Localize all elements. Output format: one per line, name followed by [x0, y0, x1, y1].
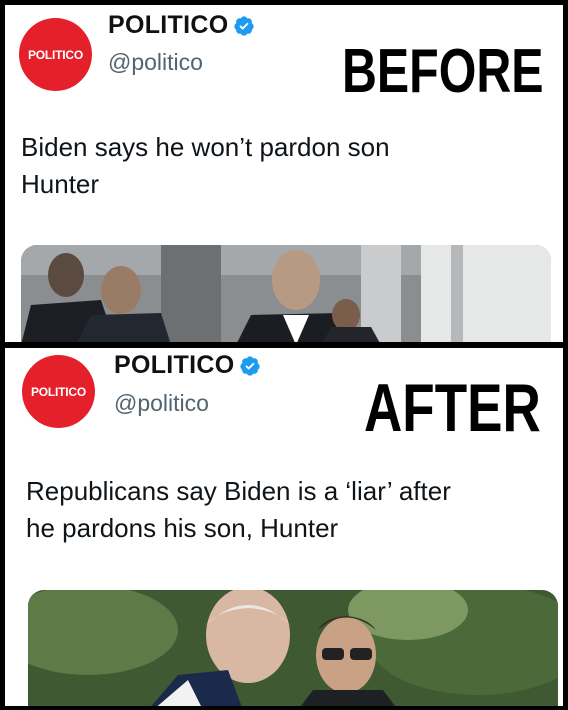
display-name[interactable]: POLITICO [114, 351, 234, 380]
account-handle[interactable]: @politico [108, 49, 203, 76]
tweet-photo[interactable] [28, 590, 558, 706]
verified-badge-icon [234, 15, 255, 36]
before-label: BEFORE [342, 37, 544, 106]
tweet-text-line-2: he pardons his son, Hunter [26, 513, 339, 543]
account-name-row: POLITICO [108, 11, 255, 40]
display-name[interactable]: POLITICO [108, 11, 228, 40]
tweet-photo[interactable] [21, 245, 551, 342]
verified-badge-icon [240, 355, 261, 376]
photo-placeholder [21, 245, 551, 342]
politico-avatar[interactable]: POLITICO [19, 18, 92, 91]
tweet-text-line-2: Hunter [21, 169, 100, 199]
politico-avatar[interactable]: POLITICO [22, 355, 95, 428]
avatar-logo-text: POLITICO [30, 384, 87, 399]
account-name-row: POLITICO [114, 351, 261, 380]
tweet-text-line-1: Republicans say Biden is a ‘liar’ after [26, 476, 451, 506]
photo-placeholder [28, 590, 558, 706]
after-tweet-card: POLITICO POLITICO @politico AFTER Republ… [5, 348, 563, 706]
before-tweet-card: POLITICO POLITICO @politico BEFORE Biden… [5, 5, 563, 342]
tweet-text-line-1: Biden says he won’t pardon son [21, 132, 390, 162]
account-handle[interactable]: @politico [114, 390, 209, 417]
avatar-logo-text: POLITICO [27, 47, 84, 62]
after-label: AFTER [364, 370, 541, 446]
